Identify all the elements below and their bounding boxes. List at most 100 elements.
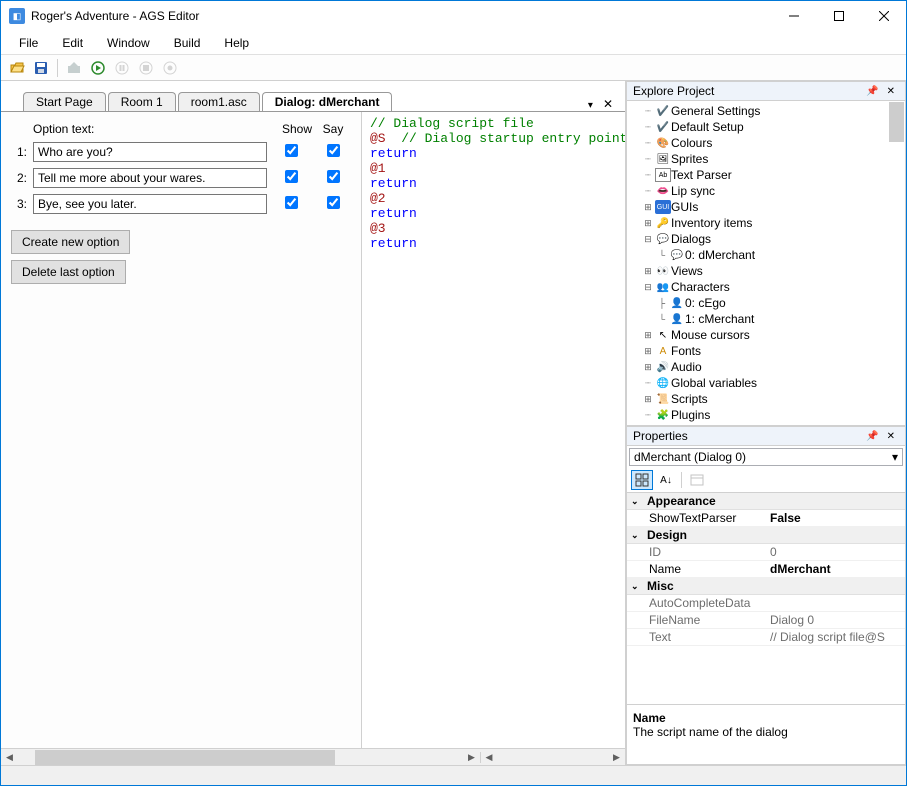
cat-design[interactable]: ⌄Design [627,527,905,544]
properties-object-selector[interactable]: dMerchant (Dialog 0)▾ [629,448,903,466]
properties-panel: Properties 📌 ✕ dMerchant (Dialog 0)▾ A↓ … [626,426,906,765]
tab-dropdown-icon[interactable]: ▾ [584,100,597,111]
alphabetical-button[interactable]: A↓ [655,470,677,490]
tree-colours: ┈🎨Colours [627,135,905,151]
tab-start-page[interactable]: Start Page [23,92,106,111]
project-tree[interactable]: ┈✔️General Settings ┈✔️Default Setup ┈🎨C… [627,101,905,425]
tree-char-1: └👤1: cMerchant [627,311,905,327]
tree-dialog-0: └💬0: dMerchant [627,247,905,263]
tree-cursors: ⊞↖Mouse cursors [627,327,905,343]
open-icon[interactable] [7,58,27,78]
delete-option-button[interactable]: Delete last option [11,260,126,284]
prop-showtextparser[interactable]: ShowTextParserFalse [627,510,905,527]
maximize-button[interactable] [816,1,861,31]
close-button[interactable] [861,1,906,31]
explore-header: Explore Project 📌 ✕ [627,82,905,101]
panel-close-icon[interactable]: ✕ [883,86,899,97]
dialog-options-panel: Option text: Show Say 1: 2: 3: [1,112,361,748]
scrollbar-thumb[interactable] [889,102,904,142]
option-number: 1: [11,145,27,159]
check-icon: ✔️ [655,104,671,118]
option-number: 3: [11,197,27,211]
text-icon: Ab [655,168,671,182]
stop-icon[interactable] [136,58,156,78]
key-icon: 🔑 [655,216,671,230]
menu-file[interactable]: File [9,34,48,52]
menu-help[interactable]: Help [214,34,259,52]
horizontal-scrollbar[interactable]: ◀▶ ◀▶ [1,748,625,765]
option-text-input-1[interactable] [33,142,267,162]
script-editor[interactable]: // Dialog script file @S // Dialog start… [361,112,625,748]
person-icon: 👤 [669,312,685,326]
main-area: Start Page Room 1 room1.asc Dialog: dMer… [1,81,906,765]
minimize-button[interactable] [771,1,816,31]
run-icon[interactable] [88,58,108,78]
panel-close-icon[interactable]: ✕ [883,431,899,442]
tab-room1[interactable]: Room 1 [108,92,176,111]
window-controls [771,1,906,31]
tree-sprites: ┈🖼Sprites [627,151,905,167]
titlebar: ◧ Roger's Adventure - AGS Editor [1,1,906,31]
plugin-icon: 🧩 [655,408,671,422]
pause-icon[interactable] [112,58,132,78]
prop-autocomplete[interactable]: AutoCompleteData [627,595,905,612]
window-title: Roger's Adventure - AGS Editor [31,9,771,23]
menu-window[interactable]: Window [97,34,160,52]
properties-toolbar: A↓ [627,468,905,493]
pin-icon[interactable]: 📌 [862,86,882,97]
tab-room1-asc[interactable]: room1.asc [178,92,260,111]
show-checkbox-1[interactable] [285,144,298,157]
explore-panel: Explore Project 📌 ✕ ┈✔️General Settings … [626,81,906,426]
person-icon: 👤 [669,296,685,310]
menu-build[interactable]: Build [164,34,211,52]
menu-edit[interactable]: Edit [52,34,93,52]
gui-icon: GUI [655,200,671,214]
step-icon[interactable] [160,58,180,78]
cat-misc[interactable]: ⌄Misc [627,578,905,595]
say-column-header: Say [315,122,351,136]
option-text-input-2[interactable] [33,168,267,188]
option-text-input-3[interactable] [33,194,267,214]
speech-icon: 💬 [669,248,685,262]
say-checkbox-2[interactable] [327,170,340,183]
properties-title: Properties [633,429,862,443]
property-help: Name The script name of the dialog [627,704,905,764]
tab-close-icon[interactable]: ✕ [597,97,619,111]
categorized-button[interactable] [631,470,653,490]
option-row-2: 2: [11,168,351,188]
save-icon[interactable] [31,58,51,78]
cursor-icon: ↖ [655,328,671,342]
say-checkbox-1[interactable] [327,144,340,157]
eyes-icon: 👀 [655,264,671,278]
prop-name[interactable]: NamedMerchant [627,561,905,578]
help-desc: The script name of the dialog [633,725,899,739]
script-icon: 📜 [655,392,671,406]
show-checkbox-3[interactable] [285,196,298,209]
property-pages-button[interactable] [686,470,708,490]
prop-filename[interactable]: FileNameDialog 0 [627,612,905,629]
check-icon: ✔️ [655,120,671,134]
show-column-header: Show [279,122,315,136]
option-text-label: Option text: [11,122,279,136]
tree-char-0: ├👤0: cEgo [627,295,905,311]
toolbar [1,55,906,81]
say-checkbox-3[interactable] [327,196,340,209]
cat-appearance[interactable]: ⌄Appearance [627,493,905,510]
app-icon: ◧ [9,8,25,24]
document-tabs: Start Page Room 1 room1.asc Dialog: dMer… [1,81,625,111]
show-checkbox-2[interactable] [285,170,298,183]
tree-general-settings: ┈✔️General Settings [627,103,905,119]
workspace: Option text: Show Say 1: 2: 3: [1,111,625,748]
pin-icon[interactable]: 📌 [862,431,882,442]
speech-icon: 💬 [655,232,671,246]
speaker-icon: 🔊 [655,360,671,374]
prop-id[interactable]: ID0 [627,544,905,561]
tab-dialog-dmerchant[interactable]: Dialog: dMerchant [262,92,393,111]
help-name: Name [633,711,899,725]
property-grid[interactable]: ⌄Appearance ShowTextParserFalse ⌄Design … [627,493,905,704]
create-option-button[interactable]: Create new option [11,230,130,254]
prop-text[interactable]: Text// Dialog script file@S [627,629,905,646]
tree-plugins: ┈🧩Plugins [627,407,905,423]
menubar: File Edit Window Build Help [1,31,906,55]
build-icon[interactable] [64,58,84,78]
